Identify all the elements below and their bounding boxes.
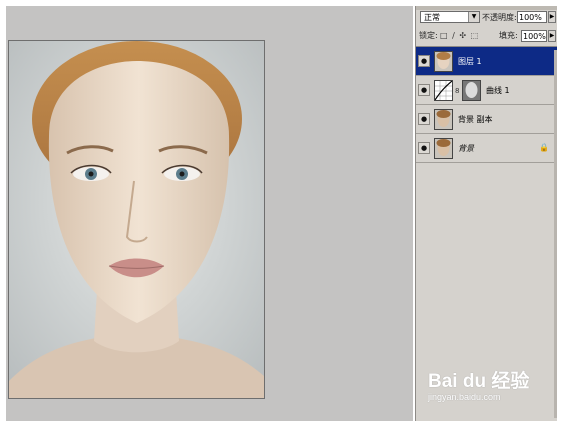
layer-row-curves1[interactable]: ● 8 曲线 1: [416, 76, 557, 105]
fill-field[interactable]: 100%: [521, 30, 547, 42]
opacity-field[interactable]: 100%: [517, 11, 547, 23]
curves-adjustment-icon: [434, 80, 453, 101]
layer-name: 背景: [458, 144, 474, 153]
face-thumbnail-icon: [462, 80, 481, 101]
fill-label: 填充:: [499, 31, 518, 40]
blend-opacity-row: 正常 ▼ 不透明度: 100% ▶: [416, 11, 557, 25]
opacity-label: 不透明度:: [482, 13, 517, 22]
portrait-photo: [9, 41, 264, 398]
blend-mode-select[interactable]: 正常 ▼: [420, 11, 480, 23]
lock-options-icons[interactable]: □ ∕ ✣ ⬚: [440, 31, 479, 41]
face-thumbnail-icon: [434, 138, 453, 159]
opacity-arrow-icon[interactable]: ▶: [548, 11, 556, 23]
eye-icon[interactable]: ●: [418, 55, 430, 67]
baidu-watermark: Bai du 经验 jingyan.baidu.com: [428, 360, 538, 410]
face-thumbnail-icon: [434, 109, 453, 130]
fill-arrow-icon[interactable]: ▶: [548, 30, 556, 42]
layer-name: 图层 1: [458, 57, 482, 66]
lock-fill-row: 锁定: □ ∕ ✣ ⬚ 填充: 100% ▶: [416, 30, 557, 44]
layers-panel: 正常 ▼ 不透明度: 100% ▶ 锁定: □ ∕ ✣ ⬚ 填充: 100% ▶…: [415, 6, 557, 421]
lock-label: 锁定:: [419, 31, 438, 40]
layer-row-background[interactable]: ● 背景 🔒: [416, 134, 557, 163]
panel-scrollbar[interactable]: [554, 50, 557, 418]
chain-link-icon: 8: [455, 87, 460, 95]
lock-icon: 🔒: [539, 143, 549, 152]
face-thumbnail-icon: [434, 51, 453, 72]
watermark-logo-text: Bai du 经验: [428, 371, 530, 392]
eye-icon[interactable]: ●: [418, 142, 430, 154]
layer-name: 曲线 1: [486, 86, 510, 95]
eye-icon[interactable]: ●: [418, 113, 430, 125]
blend-mode-value: 正常: [424, 13, 440, 22]
chevron-down-icon[interactable]: ▼: [468, 12, 479, 22]
layer-row-background-copy[interactable]: ● 背景 副本: [416, 105, 557, 134]
eye-icon[interactable]: ●: [418, 84, 430, 96]
watermark-url: jingyan.baidu.com: [428, 392, 501, 402]
layer-name: 背景 副本: [458, 115, 493, 124]
document-image[interactable]: [8, 40, 265, 399]
panel-tab-strip: [416, 6, 557, 10]
layer-row-layer1[interactable]: ● 图层 1: [416, 47, 557, 76]
